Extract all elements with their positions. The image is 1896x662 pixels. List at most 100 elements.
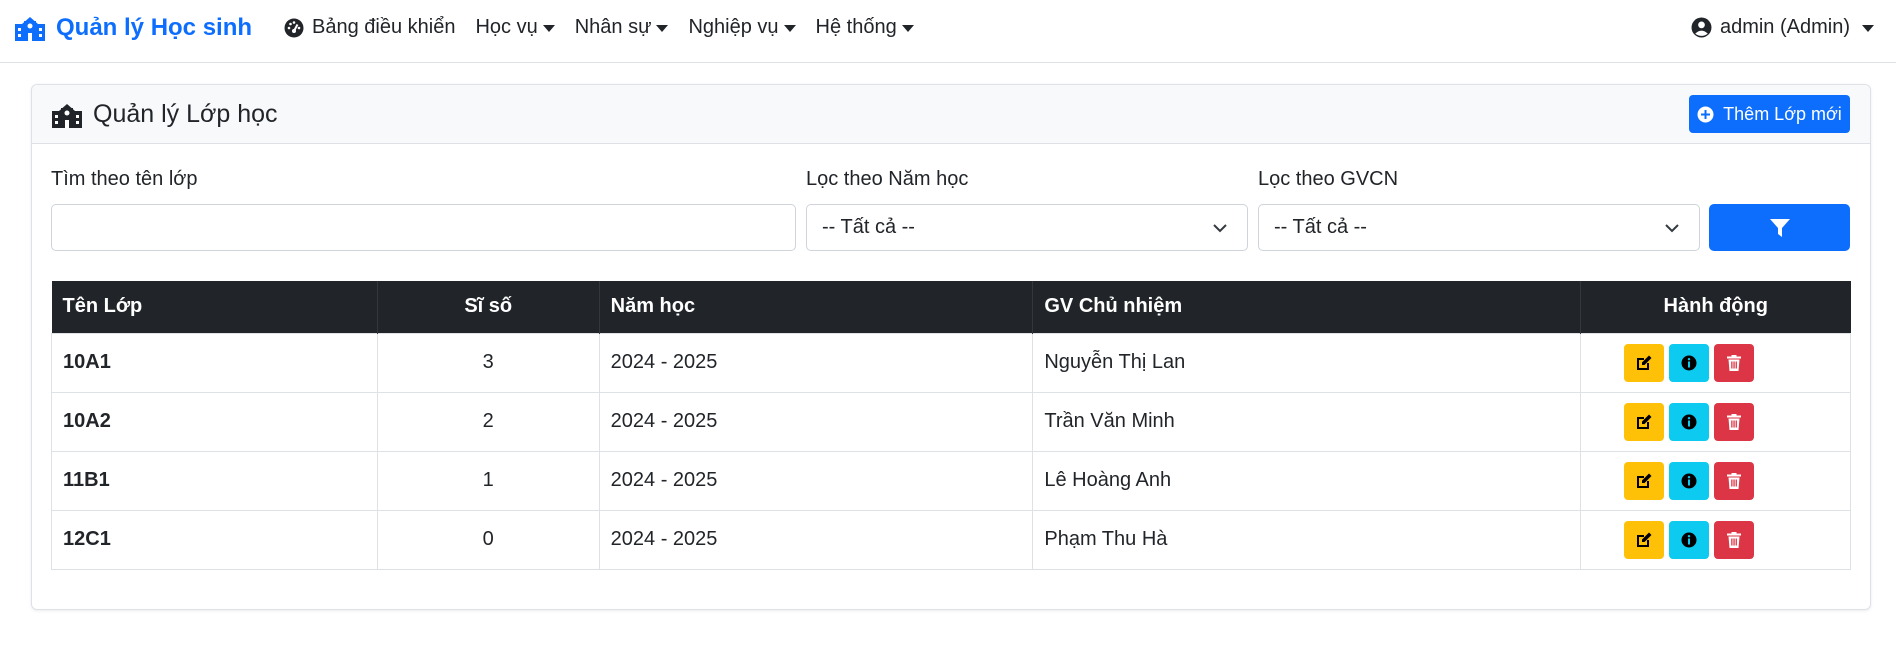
- caret-down-icon: [901, 25, 914, 32]
- edit-icon: [1637, 473, 1652, 488]
- caret-down-icon: [656, 25, 669, 32]
- header-year[interactable]: Năm học: [599, 281, 1034, 333]
- cell-class-name: 10A2: [51, 391, 378, 452]
- edit-button[interactable]: [1624, 461, 1664, 500]
- info-icon: [1681, 414, 1697, 429]
- row-actions: [1592, 343, 1850, 382]
- add-class-label: Thêm Lớp mới: [1723, 103, 1842, 124]
- teacher-filter-value: -- Tất cả --: [1274, 216, 1367, 238]
- filter-button[interactable]: [1709, 204, 1850, 251]
- class-management-card: Quản lý Lớp học Thêm Lớp mới Tìm theo tê…: [31, 84, 1871, 610]
- cell-year: 2024 - 2025: [598, 509, 1034, 570]
- caret-down-icon: [1862, 25, 1874, 32]
- nav-nhan-su-label: Nhân sự: [574, 16, 652, 38]
- info-icon: [1681, 473, 1697, 488]
- cell-year: 2024 - 2025: [598, 332, 1034, 393]
- year-filter-select[interactable]: -- Tất cả --: [806, 204, 1248, 251]
- edit-button[interactable]: [1624, 402, 1664, 441]
- speedometer-icon: [284, 18, 304, 37]
- details-button[interactable]: [1669, 402, 1709, 441]
- class-table: Tên Lớp Sĩ số Năm học GV Chủ nhiệm Hành …: [51, 281, 1851, 570]
- user-menu[interactable]: admin (Admin): [1691, 16, 1874, 39]
- edit-icon: [1637, 414, 1652, 429]
- nav-hoc-vu[interactable]: Học vụ: [475, 16, 555, 39]
- table-row: 10A2 2 2024 - 2025 Trần Văn Minh: [51, 391, 1851, 452]
- cell-class-name: 12C1: [51, 509, 378, 570]
- cell-size: 0: [376, 509, 600, 570]
- user-circle-icon: [1691, 17, 1712, 38]
- delete-button[interactable]: [1714, 343, 1754, 382]
- teacher-filter-label: Lọc theo GVCN: [1258, 168, 1399, 190]
- details-button[interactable]: [1669, 343, 1709, 382]
- search-label: Tìm theo tên lớp: [51, 168, 198, 190]
- teacher-filter-select[interactable]: -- Tất cả --: [1258, 204, 1700, 251]
- nav-dashboard-label: Bảng điều khiển: [312, 16, 456, 38]
- edit-button[interactable]: [1624, 520, 1664, 559]
- cell-teacher: Lê Hoàng Anh: [1032, 450, 1582, 511]
- user-name: admin (Admin): [1719, 16, 1850, 38]
- cell-class-name: 11B1: [51, 450, 378, 511]
- nav-nghiep-vu[interactable]: Nghiệp vụ: [688, 16, 796, 39]
- card-header: Quản lý Lớp học Thêm Lớp mới: [32, 85, 1870, 144]
- delete-button[interactable]: [1714, 520, 1754, 559]
- nav-hoc-vu-label: Học vụ: [475, 16, 538, 38]
- edit-icon: [1637, 532, 1652, 547]
- top-navbar: Quản lý Học sinh Bảng điều khiển Học vụ …: [0, 0, 1896, 63]
- delete-button[interactable]: [1714, 461, 1754, 500]
- cell-size: 1: [376, 450, 600, 511]
- trash-icon: [1727, 472, 1741, 489]
- table-row: 12C1 0 2024 - 2025 Phạm Thu Hà: [51, 509, 1851, 570]
- nav-he-thong-label: Hệ thống: [815, 16, 897, 38]
- table-header-row: Tên Lớp Sĩ số Năm học GV Chủ nhiệm Hành …: [51, 281, 1851, 333]
- nav-nghiep-vu-label: Nghiệp vụ: [688, 16, 779, 38]
- cell-size: 2: [376, 391, 600, 452]
- cell-class-name: 10A1: [51, 332, 378, 393]
- year-filter-label: Lọc theo Năm học: [806, 168, 969, 190]
- plus-circle-icon: [1697, 106, 1714, 122]
- row-actions: [1592, 402, 1850, 441]
- cell-size: 3: [376, 332, 600, 393]
- trash-icon: [1727, 531, 1741, 548]
- cell-actions: [1580, 332, 1851, 393]
- details-button[interactable]: [1669, 520, 1709, 559]
- nav-menu: Bảng điều khiển Học vụ Nhân sự Nghiệp vụ…: [284, 16, 934, 39]
- cell-actions: [1580, 509, 1851, 570]
- info-icon: [1681, 532, 1697, 547]
- search-input[interactable]: [51, 204, 796, 251]
- brand-link[interactable]: Quản lý Học sinh: [14, 14, 252, 42]
- add-class-button[interactable]: Thêm Lớp mới: [1689, 95, 1850, 133]
- chevron-down-icon: [1213, 224, 1227, 233]
- header-actions: Hành động: [1580, 281, 1851, 333]
- filter-icon: [1769, 218, 1790, 237]
- header-teacher[interactable]: GV Chủ nhiệm: [1032, 281, 1582, 333]
- trash-icon: [1727, 354, 1741, 371]
- table-row: 10A1 3 2024 - 2025 Nguyễn Thị Lan: [51, 332, 1851, 393]
- row-actions: [1592, 461, 1850, 500]
- details-button[interactable]: [1669, 461, 1709, 500]
- brand-title: Quản lý Học sinh: [56, 14, 253, 41]
- cell-actions: [1580, 450, 1851, 511]
- cell-actions: [1580, 391, 1851, 452]
- header-size[interactable]: Sĩ số: [377, 281, 600, 333]
- table-row: 11B1 1 2024 - 2025 Lê Hoàng Anh: [51, 450, 1851, 511]
- cell-teacher: Trần Văn Minh: [1032, 391, 1582, 452]
- header-class-name[interactable]: Tên Lớp: [51, 281, 378, 333]
- edit-button[interactable]: [1624, 343, 1664, 382]
- nav-he-thong[interactable]: Hệ thống: [816, 16, 914, 39]
- row-actions: [1592, 520, 1850, 559]
- page-title: Quản lý Lớp học: [51, 100, 278, 129]
- school-icon: [15, 17, 45, 41]
- edit-icon: [1637, 355, 1652, 370]
- nav-nhan-su[interactable]: Nhân sự: [575, 16, 669, 39]
- delete-button[interactable]: [1714, 402, 1754, 441]
- caret-down-icon: [542, 25, 555, 32]
- caret-down-icon: [783, 25, 796, 32]
- school-icon: [52, 103, 82, 128]
- page-title-text: Quản lý Lớp học: [93, 100, 278, 128]
- cell-teacher: Phạm Thu Hà: [1032, 509, 1582, 570]
- cell-year: 2024 - 2025: [598, 391, 1034, 452]
- trash-icon: [1727, 413, 1741, 430]
- year-filter-value: -- Tất cả --: [822, 216, 915, 238]
- info-icon: [1681, 355, 1697, 370]
- nav-dashboard[interactable]: Bảng điều khiển: [284, 16, 455, 39]
